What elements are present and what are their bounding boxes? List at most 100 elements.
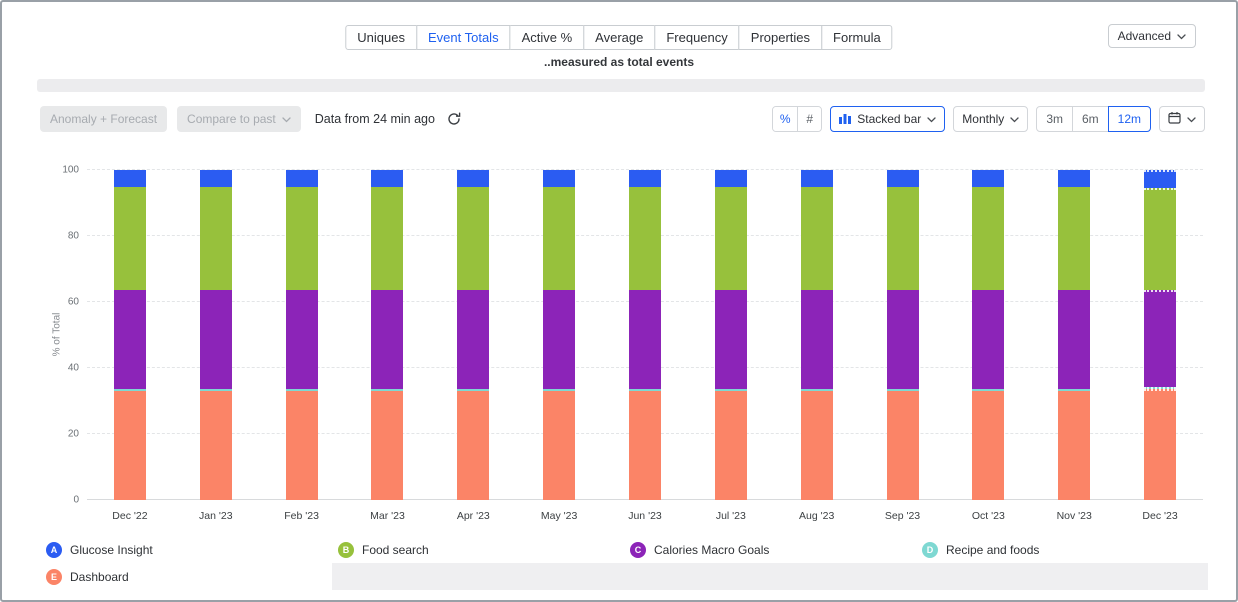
bar-segment-calories-macro-goals[interactable] (972, 290, 1004, 389)
refresh-icon[interactable] (447, 112, 461, 126)
anomaly-forecast-label: Anomaly + Forecast (50, 112, 157, 126)
bar-segment-glucose-insight[interactable] (543, 170, 575, 187)
bar-segment-calories-macro-goals[interactable] (715, 290, 747, 389)
bar-segment-food-search[interactable] (715, 187, 747, 291)
stacked-bar-dec-23[interactable] (1144, 170, 1176, 500)
bar-segment-glucose-insight[interactable] (114, 170, 146, 187)
bar-segment-calories-macro-goals[interactable] (629, 290, 661, 389)
bar-segment-glucose-insight[interactable] (801, 170, 833, 187)
bar-segment-dashboard[interactable] (114, 391, 146, 500)
chart-type-dropdown[interactable]: Stacked bar (830, 106, 945, 132)
bar-segment-dashboard[interactable] (200, 391, 232, 500)
stacked-bar-jun-23[interactable] (629, 170, 661, 500)
bar-segment-calories-macro-goals[interactable] (887, 290, 919, 389)
tab-frequency[interactable]: Frequency (654, 25, 739, 50)
bar-segment-calories-macro-goals[interactable] (801, 290, 833, 389)
bar-segment-food-search[interactable] (114, 187, 146, 291)
bar-segment-glucose-insight[interactable] (371, 170, 403, 187)
bar-segment-dashboard[interactable] (715, 391, 747, 500)
stacked-bar-jul-23[interactable] (715, 170, 747, 500)
bar-column-jul-23 (688, 170, 774, 500)
tab-average[interactable]: Average (583, 25, 655, 50)
range-6m-button[interactable]: 6m (1072, 106, 1109, 132)
bar-segment-glucose-insight[interactable] (286, 170, 318, 187)
bar-segment-glucose-insight[interactable] (1144, 170, 1176, 188)
bar-segment-glucose-insight[interactable] (887, 170, 919, 187)
bar-segment-dashboard[interactable] (1058, 391, 1090, 500)
chart-toolbar: Anomaly + Forecast Compare to past Data … (40, 106, 1205, 132)
bar-segment-dashboard[interactable] (543, 391, 575, 500)
legend-item-recipe-and-foods[interactable]: DRecipe and foods (916, 536, 1208, 563)
stacked-bar-dec-22[interactable] (114, 170, 146, 500)
series-badge-b: B (338, 542, 354, 558)
bar-segment-calories-macro-goals[interactable] (114, 290, 146, 389)
advanced-button[interactable]: Advanced (1108, 24, 1196, 48)
bar-segment-food-search[interactable] (1058, 187, 1090, 291)
range-3m-button[interactable]: 3m (1036, 106, 1073, 132)
bar-segment-dashboard[interactable] (457, 391, 489, 500)
stacked-bar-may-23[interactable] (543, 170, 575, 500)
chevron-down-icon (1177, 29, 1186, 43)
bar-segment-calories-macro-goals[interactable] (543, 290, 575, 389)
bar-segment-glucose-insight[interactable] (200, 170, 232, 187)
series-badge-c: C (630, 542, 646, 558)
date-picker-button[interactable] (1159, 106, 1205, 132)
bar-segment-calories-macro-goals[interactable] (1144, 290, 1176, 387)
bar-segment-dashboard[interactable] (887, 391, 919, 500)
bar-segment-food-search[interactable] (887, 187, 919, 291)
bar-segment-food-search[interactable] (286, 187, 318, 291)
bar-segment-glucose-insight[interactable] (972, 170, 1004, 187)
tab-formula[interactable]: Formula (821, 25, 893, 50)
stacked-bar-oct-23[interactable] (972, 170, 1004, 500)
bar-segment-glucose-insight[interactable] (457, 170, 489, 187)
bar-segment-food-search[interactable] (371, 187, 403, 291)
bar-segment-dashboard[interactable] (1144, 389, 1176, 500)
bar-segment-dashboard[interactable] (629, 391, 661, 500)
compare-to-past-button[interactable]: Compare to past (177, 106, 301, 132)
interval-dropdown[interactable]: Monthly (953, 106, 1028, 132)
range-12m-button[interactable]: 12m (1108, 106, 1151, 132)
legend-item-glucose-insight[interactable]: AGlucose Insight (40, 536, 332, 563)
y-axis-title: % of Total (51, 313, 62, 357)
stacked-bar-mar-23[interactable] (371, 170, 403, 500)
bar-segment-food-search[interactable] (801, 187, 833, 291)
bar-segment-calories-macro-goals[interactable] (457, 290, 489, 389)
bar-segment-glucose-insight[interactable] (629, 170, 661, 187)
bar-segment-food-search[interactable] (543, 187, 575, 291)
legend: AGlucose InsightBFood searchCCalories Ma… (40, 536, 1208, 590)
bar-segment-food-search[interactable] (457, 187, 489, 291)
legend-item-dashboard[interactable]: EDashboard (40, 563, 332, 590)
anomaly-forecast-button[interactable]: Anomaly + Forecast (40, 106, 167, 132)
stacked-bar-apr-23[interactable] (457, 170, 489, 500)
stacked-bar-sep-23[interactable] (887, 170, 919, 500)
bar-column-oct-23 (945, 170, 1031, 500)
tab-active[interactable]: Active % (510, 25, 585, 50)
bar-segment-food-search[interactable] (972, 187, 1004, 291)
bar-segment-glucose-insight[interactable] (1058, 170, 1090, 187)
tab-properties[interactable]: Properties (739, 25, 822, 50)
stacked-bar-feb-23[interactable] (286, 170, 318, 500)
unit-percent-button[interactable]: % (773, 107, 797, 131)
bar-segment-calories-macro-goals[interactable] (1058, 290, 1090, 389)
tab-event-totals[interactable]: Event Totals (416, 25, 511, 50)
bar-segment-dashboard[interactable] (286, 391, 318, 500)
bar-segment-dashboard[interactable] (371, 391, 403, 500)
unit-number-button[interactable]: # (797, 107, 821, 131)
bar-segment-calories-macro-goals[interactable] (371, 290, 403, 389)
bar-segment-food-search[interactable] (629, 187, 661, 291)
bar-segment-glucose-insight[interactable] (715, 170, 747, 187)
bar-segment-dashboard[interactable] (801, 391, 833, 500)
tab-uniques[interactable]: Uniques (345, 25, 417, 50)
bar-segment-food-search[interactable] (200, 187, 232, 291)
bar-segment-calories-macro-goals[interactable] (200, 290, 232, 389)
bar-segment-calories-macro-goals[interactable] (286, 290, 318, 389)
legend-item-calories-macro-goals[interactable]: CCalories Macro Goals (624, 536, 916, 563)
bar-segment-dashboard[interactable] (972, 391, 1004, 500)
bar-segment-food-search[interactable] (1144, 188, 1176, 290)
legend-item-food-search[interactable]: BFood search (332, 536, 624, 563)
collapsed-section-bar[interactable] (37, 79, 1205, 92)
stacked-bar-jan-23[interactable] (200, 170, 232, 500)
stacked-bar-nov-23[interactable] (1058, 170, 1090, 500)
analytics-window: UniquesEvent TotalsActive %AverageFreque… (0, 0, 1238, 602)
stacked-bar-aug-23[interactable] (801, 170, 833, 500)
